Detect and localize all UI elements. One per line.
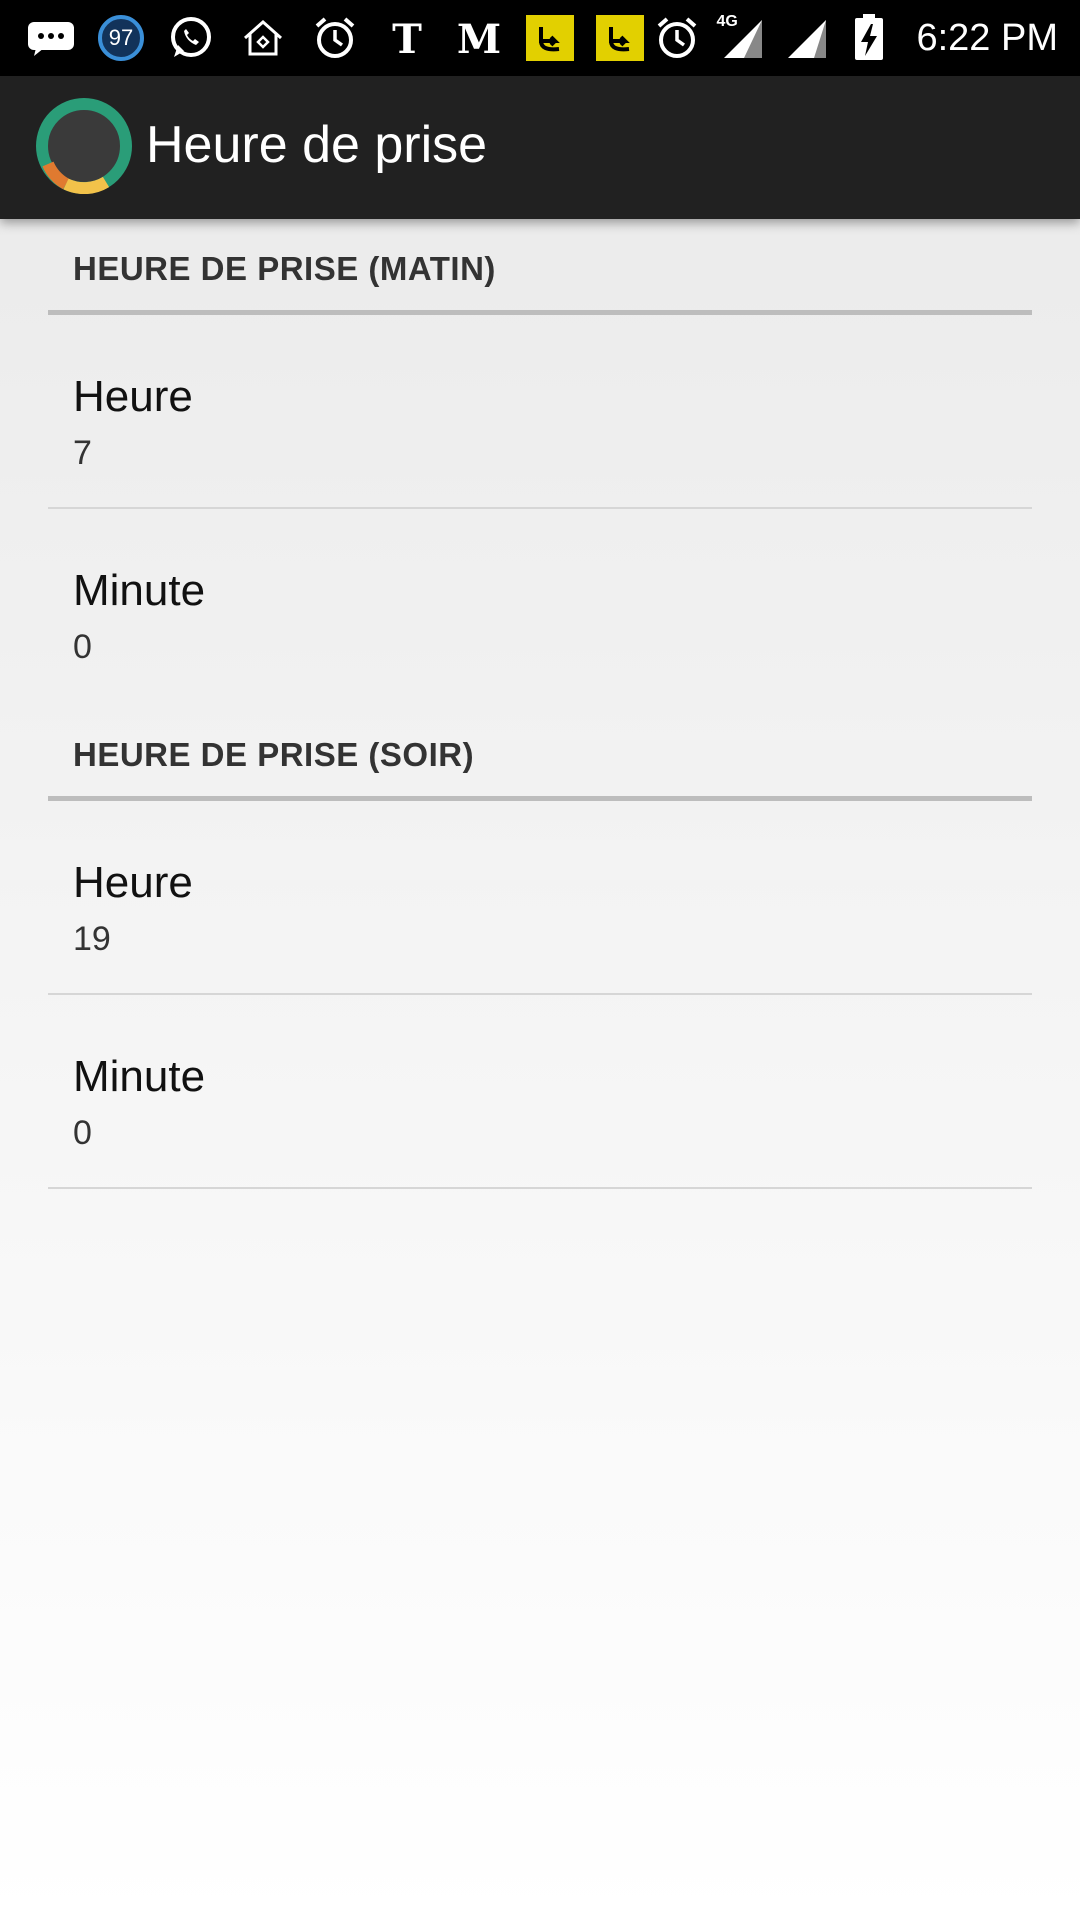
preference-item-heure-soir[interactable]: Heure 19: [48, 801, 1032, 995]
home-icon: [238, 13, 288, 63]
alarm-icon: [652, 13, 702, 63]
preference-title: Minute: [73, 1052, 206, 1101]
preference-item-minute-soir[interactable]: Minute 0: [48, 995, 1032, 1189]
page-title: Heure de prise: [146, 116, 488, 174]
alarm-icon: [310, 13, 360, 63]
message-icon: [26, 13, 76, 63]
status-bar: 97 T M 4G 6:22 PM: [0, 0, 1080, 76]
svg-text:M: M: [457, 16, 501, 61]
svg-text:T: T: [392, 16, 422, 61]
section-header-soir: HEURE DE PRISE (SOIR): [48, 703, 1032, 801]
preference-value: 7: [73, 434, 92, 472]
badge-count: 97: [108, 25, 134, 50]
system-icons: 4G 6:22 PM: [652, 13, 1058, 63]
battery-charging-icon: [844, 13, 894, 63]
app-logo-icon: [36, 98, 132, 195]
yellow-app-icon: [596, 15, 644, 61]
preference-value: 0: [73, 1114, 92, 1152]
preference-title: Minute: [73, 566, 206, 615]
yellow-app-icon: [526, 15, 574, 61]
preference-item-minute-matin[interactable]: Minute 0: [48, 509, 1032, 703]
preference-title: Heure: [73, 858, 193, 907]
signal-icon: [780, 13, 830, 63]
nyt-icon: T: [382, 13, 432, 63]
signal-4g-icon: 4G: [716, 13, 766, 63]
whatsapp-icon: [166, 13, 216, 63]
preference-value: 0: [73, 628, 92, 666]
preference-value: 19: [73, 920, 111, 958]
clock: 6:22 PM: [916, 16, 1058, 59]
lemonde-icon: M: [454, 13, 504, 63]
network-type-label: 4G: [716, 13, 738, 30]
preference-title: Heure: [73, 372, 193, 421]
badge-97-icon: 97: [98, 15, 144, 61]
notification-icons: 97 T M: [26, 13, 644, 63]
section-header-label: HEURE DE PRISE (SOIR): [73, 736, 475, 773]
section-header-matin: HEURE DE PRISE (MATIN): [48, 219, 1032, 315]
app-bar: Heure de prise: [0, 76, 1080, 219]
section-header-label: HEURE DE PRISE (MATIN): [73, 250, 496, 287]
preference-item-heure-matin[interactable]: Heure 7: [48, 315, 1032, 509]
